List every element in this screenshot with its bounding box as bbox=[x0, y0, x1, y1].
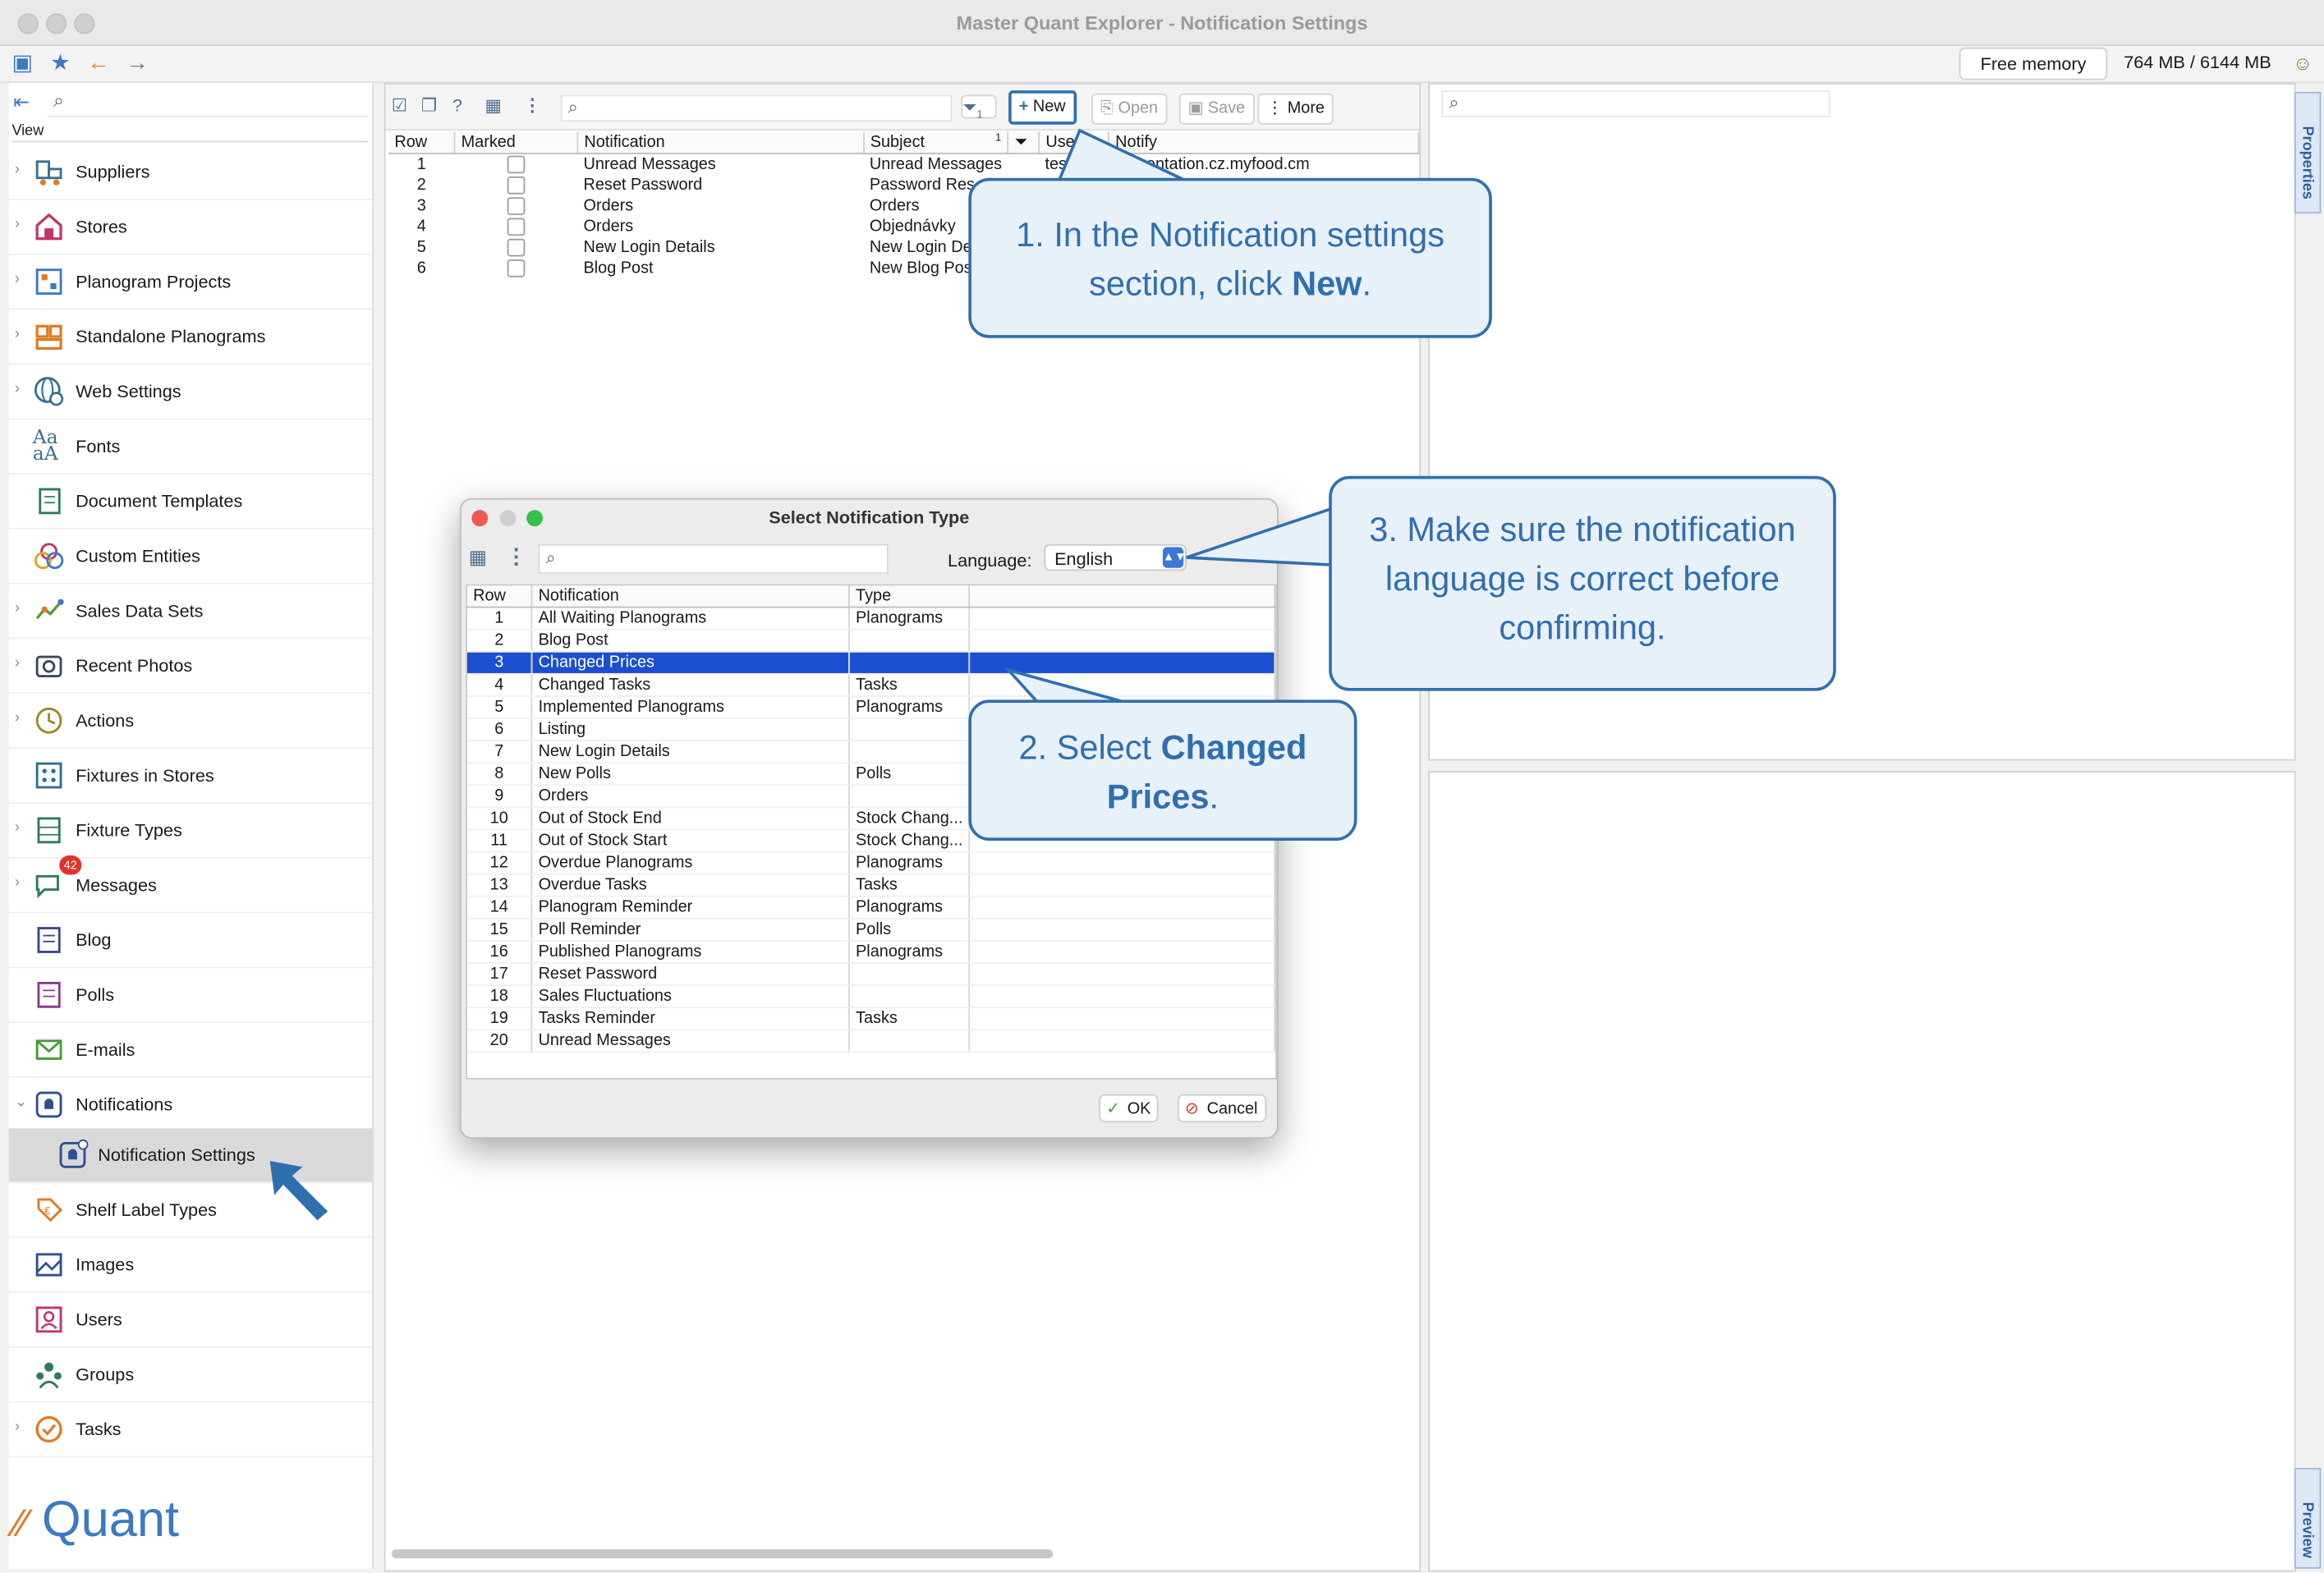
callout-1-text: 1. In the Notification settings section,… bbox=[1016, 214, 1444, 303]
callout-2-end: . bbox=[1209, 777, 1219, 816]
callout-step-2: 2. Select Changed Prices. bbox=[968, 699, 1357, 842]
callout-3-text: 3. Make sure the notification language i… bbox=[1369, 510, 1796, 647]
callout-1-bold: New bbox=[1292, 264, 1362, 303]
callout-1-end: . bbox=[1362, 264, 1372, 303]
callout-2-text: 2. Select bbox=[1018, 727, 1161, 767]
callout-step-1: 1. In the Notification settings section,… bbox=[968, 177, 1492, 338]
callout-2-pointer bbox=[1004, 667, 1128, 704]
callout-1-pointer bbox=[1056, 128, 1187, 183]
app-window: Master Quant Explorer - Notification Set… bbox=[0, 0, 2324, 1573]
callout-step-3: 3. Make sure the notification language i… bbox=[1329, 475, 1836, 691]
callout-3-pointer bbox=[1186, 506, 1334, 566]
